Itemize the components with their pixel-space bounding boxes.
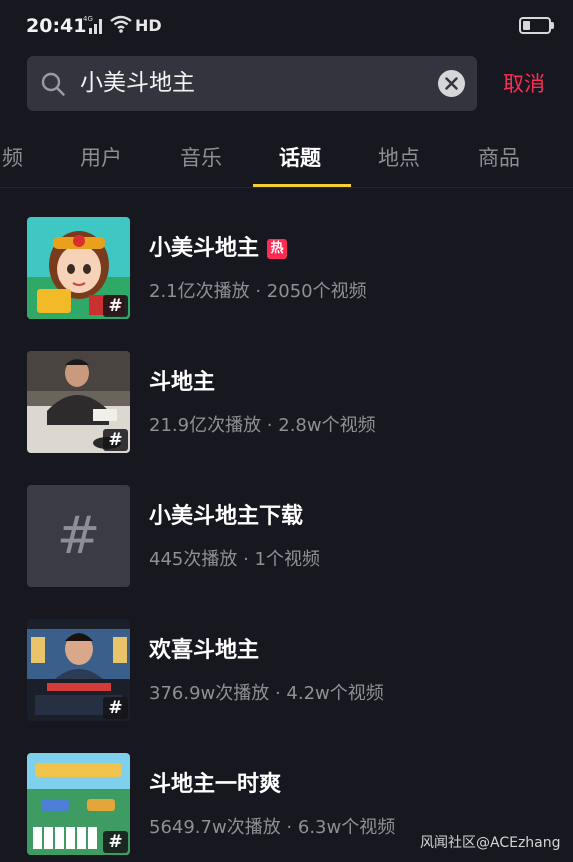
- status-bar: 20:41 4G HD: [0, 0, 573, 52]
- search-results-screen: 20:41 4G HD 小美斗地主 取消 频 用户 音乐 话题 地点 商品 # …: [0, 0, 573, 862]
- tab-locations[interactable]: 地点: [378, 142, 420, 172]
- topic-thumbnail: #: [27, 485, 130, 587]
- topic-title: 斗地主: [149, 370, 216, 395]
- topic-row[interactable]: # 小美斗地主下载 445次播放 · 1个视频: [0, 458, 573, 592]
- topic-row[interactable]: # 斗地主 21.9亿次播放 · 2.8w个视频: [0, 324, 573, 458]
- network-label: 4G: [83, 15, 93, 23]
- topic-hash-badge: #: [103, 295, 128, 317]
- tab-music[interactable]: 音乐: [180, 142, 222, 172]
- topic-hash-badge: #: [103, 429, 128, 451]
- topic-hash-badge: #: [103, 697, 128, 719]
- tab-bar: 频 用户 音乐 话题 地点 商品: [0, 130, 573, 188]
- signal-icon: 4G: [83, 15, 105, 34]
- topic-row[interactable]: # 小美斗地主热 2.1亿次播放 · 2050个视频: [0, 190, 573, 324]
- clear-icon[interactable]: [438, 70, 465, 97]
- active-tab-indicator: [253, 184, 351, 187]
- topic-title: 小美斗地主下载: [149, 504, 304, 529]
- search-icon: [40, 71, 66, 97]
- battery-icon: [519, 17, 554, 34]
- topic-title-text: 小美斗地主: [149, 236, 260, 261]
- topic-hash-badge: #: [103, 831, 128, 853]
- topic-title: 欢喜斗地主: [149, 638, 260, 663]
- status-time: 20:41: [26, 15, 87, 37]
- topic-title: 斗地主一时爽: [149, 772, 282, 797]
- topic-stats: 21.9亿次播放 · 2.8w个视频: [149, 415, 376, 436]
- topic-stats: 376.9w次播放 · 4.2w个视频: [149, 683, 384, 704]
- hashtag-icon: #: [56, 506, 101, 566]
- topic-stats: 5649.7w次播放 · 6.3w个视频: [149, 817, 396, 838]
- search-box[interactable]: [27, 56, 477, 111]
- tab-video[interactable]: 频: [2, 142, 23, 172]
- hot-badge: 热: [267, 239, 288, 259]
- topic-stats: 2.1亿次播放 · 2050个视频: [149, 281, 367, 302]
- topic-thumbnail: #: [27, 753, 130, 855]
- tab-topics[interactable]: 话题: [279, 142, 321, 172]
- search-input[interactable]: [80, 66, 430, 101]
- cancel-button[interactable]: 取消: [503, 68, 545, 98]
- wifi-icon: [110, 15, 132, 33]
- topic-thumbnail: #: [27, 217, 130, 319]
- tab-products[interactable]: 商品: [478, 142, 520, 172]
- topic-thumbnail: #: [27, 351, 130, 453]
- watermark: 风闻社区@ACEzhang: [420, 835, 561, 851]
- topic-stats: 445次播放 · 1个视频: [149, 549, 320, 570]
- topic-thumbnail: #: [27, 619, 130, 721]
- tab-users[interactable]: 用户: [80, 142, 122, 172]
- hd-label: HD: [135, 16, 162, 35]
- topic-row[interactable]: # 欢喜斗地主 376.9w次播放 · 4.2w个视频: [0, 592, 573, 726]
- topic-title: 小美斗地主热: [149, 230, 288, 262]
